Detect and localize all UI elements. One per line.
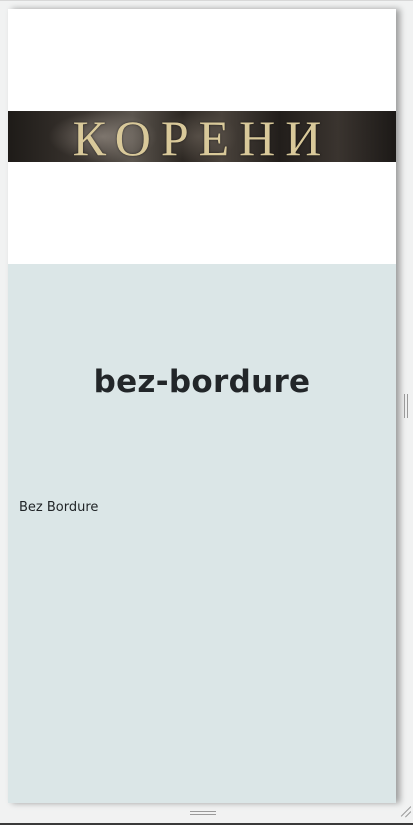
preview-frame: КОРЕНИ bez-bordure Bez Bordure <box>8 9 396 803</box>
page-title: bez-bordure <box>93 364 311 400</box>
resize-corner-icon[interactable] <box>399 806 411 818</box>
main-content: bez-bordure Bez Bordure <box>8 264 396 803</box>
horizontal-resize-grip-icon[interactable] <box>190 810 216 816</box>
banner-logo-text: КОРЕНИ <box>72 111 332 162</box>
window-top-border <box>0 0 413 1</box>
page-body-text: Bez Bordure <box>19 500 99 515</box>
header-area: КОРЕНИ <box>8 9 396 264</box>
vertical-resize-grip-icon[interactable] <box>403 394 410 418</box>
site-banner[interactable]: КОРЕНИ <box>8 111 396 162</box>
